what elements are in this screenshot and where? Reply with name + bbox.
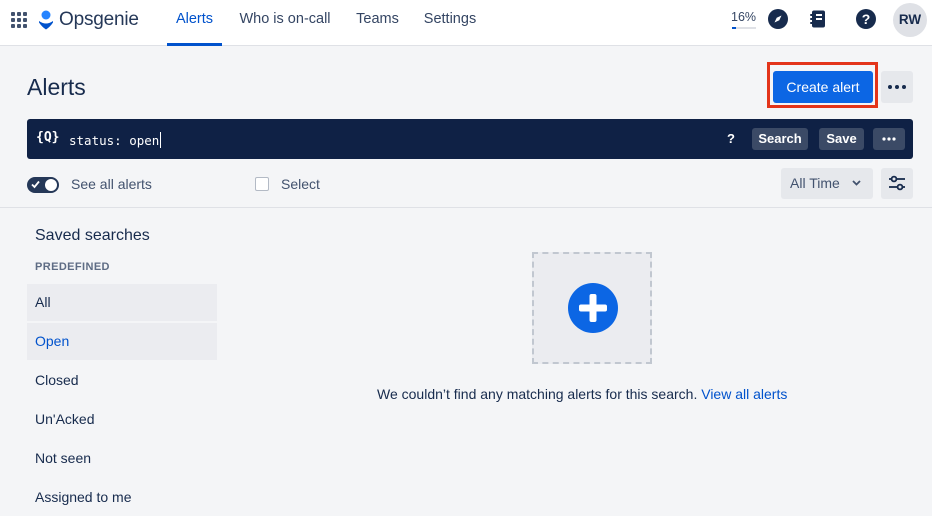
sliders-icon: [889, 175, 905, 191]
section-divider: [0, 207, 932, 208]
empty-state-message: We couldn’t find any matching alerts for…: [377, 386, 787, 402]
opsgenie-logo-icon: [39, 10, 53, 30]
svg-text:?: ?: [862, 11, 871, 27]
nav-teams[interactable]: Teams: [350, 0, 405, 46]
empty-state-illustration: [532, 252, 652, 364]
saved-search-all[interactable]: All: [27, 284, 217, 321]
toggle-knob: [45, 179, 57, 191]
saved-search-unacked[interactable]: Un'Acked: [27, 401, 217, 438]
text-caret: [160, 132, 162, 148]
see-all-alerts-toggle[interactable]: [27, 177, 59, 193]
query-text: status: open: [69, 133, 160, 148]
saved-search-closed[interactable]: Closed: [27, 362, 217, 399]
saved-search-assigned-to-me[interactable]: Assigned to me: [27, 479, 217, 516]
select-label: Select: [281, 176, 320, 192]
nav-settings[interactable]: Settings: [417, 0, 483, 46]
usage-percent[interactable]: 16%: [731, 10, 756, 24]
book-icon[interactable]: [807, 8, 829, 30]
plus-circle-icon: [568, 283, 618, 333]
view-all-alerts-link[interactable]: View all alerts: [701, 386, 787, 402]
help-icon[interactable]: ?: [855, 8, 877, 30]
more-icon: [882, 137, 896, 141]
saved-search-open[interactable]: Open: [27, 323, 217, 360]
predefined-section-label: PREDEFINED: [35, 261, 110, 273]
select-checkbox[interactable]: [255, 177, 269, 191]
saved-searches-title: Saved searches: [35, 227, 150, 244]
top-navigation: Opsgenie Alerts Who is on-call Teams Set…: [0, 0, 932, 46]
empty-state-text: We couldn’t find any matching alerts for…: [377, 386, 698, 402]
chevron-down-icon: [852, 180, 861, 186]
query-input[interactable]: status: open: [69, 132, 162, 148]
nav-who-is-on-call[interactable]: Who is on-call: [232, 0, 338, 46]
filter-settings-button[interactable]: [881, 168, 913, 199]
see-all-alerts-label: See all alerts: [71, 176, 152, 192]
more-actions-button[interactable]: [881, 71, 913, 103]
user-avatar[interactable]: RW: [893, 3, 927, 37]
alert-query-bar[interactable]: {Q} status: open ? Search Save: [27, 119, 913, 159]
create-alert-button[interactable]: Create alert: [773, 71, 873, 103]
check-icon: [31, 180, 40, 189]
query-language-icon: {Q}: [36, 130, 60, 145]
search-button[interactable]: Search: [752, 128, 808, 150]
app-name: Opsgenie: [59, 9, 139, 30]
query-help-icon[interactable]: ?: [727, 131, 735, 146]
time-range-value: All Time: [790, 175, 840, 191]
page-title: Alerts: [27, 74, 86, 100]
app-switcher-icon[interactable]: [10, 11, 28, 29]
nav-alerts[interactable]: Alerts: [167, 0, 222, 46]
compass-icon[interactable]: [767, 8, 789, 30]
saved-search-not-seen[interactable]: Not seen: [27, 440, 217, 477]
save-search-button[interactable]: Save: [819, 128, 864, 150]
opsgenie-logo[interactable]: Opsgenie: [38, 8, 139, 32]
more-icon: [888, 85, 906, 89]
usage-progress-bar: [732, 27, 756, 29]
search-more-button[interactable]: [873, 128, 905, 150]
time-range-dropdown[interactable]: All Time: [781, 168, 873, 199]
